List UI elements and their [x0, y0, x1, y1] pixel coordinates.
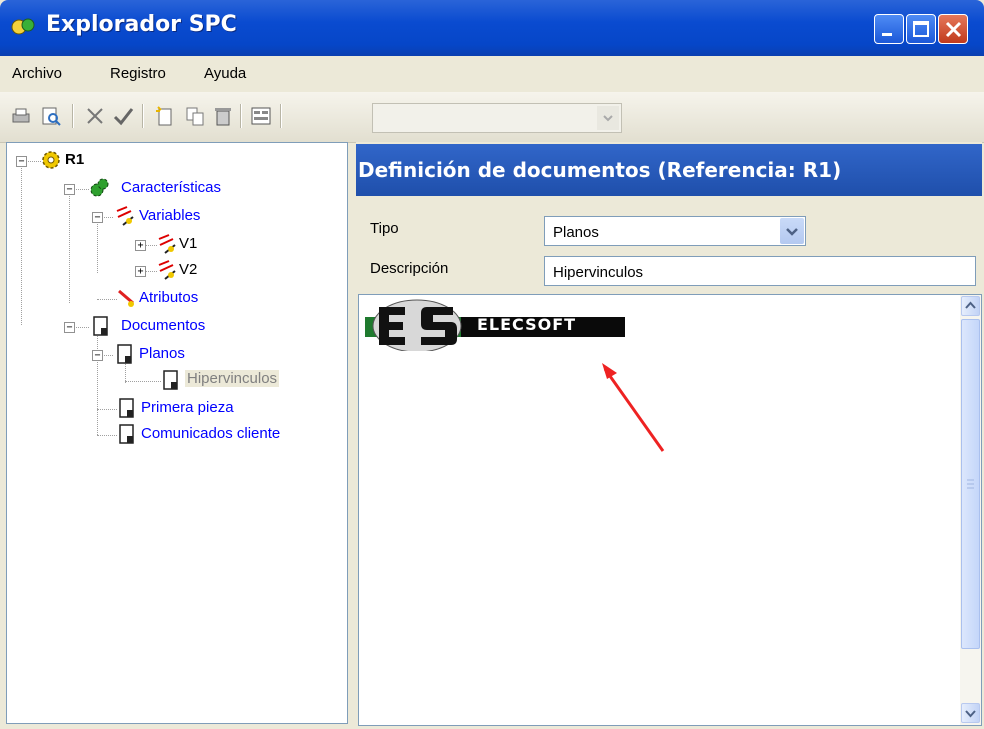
tree-node-comunicados-cliente[interactable]: Comunicados cliente	[141, 425, 280, 442]
document-icon	[119, 398, 134, 418]
title-bar: Explorador SPC	[0, 0, 984, 56]
tree-node-caracteristicas[interactable]: Características	[121, 179, 221, 196]
menu-registro[interactable]: Registro	[110, 65, 166, 82]
tree-expand-toggle[interactable]: +	[135, 240, 146, 251]
scroll-down-button[interactable]	[961, 703, 980, 723]
scrollbar-thumb[interactable]	[961, 319, 980, 649]
document-icon	[117, 344, 132, 364]
tipo-label: Tipo	[370, 220, 399, 237]
variable-icon	[158, 234, 176, 254]
attributes-icon	[118, 289, 134, 307]
print-icon[interactable]	[10, 105, 32, 127]
descripcion-label: Descripción	[370, 260, 449, 277]
green-gears-icon	[90, 178, 109, 197]
detail-pane: Definición de documentos (Referencia: R1…	[356, 142, 982, 726]
detail-header: Definición de documentos (Referencia: R1…	[356, 144, 982, 196]
toolbar-separator	[142, 104, 144, 128]
tree-collapse-toggle[interactable]: −	[92, 350, 103, 361]
detail-header-title: Definición de documentos (Referencia: R1…	[358, 158, 842, 182]
app-icon	[11, 18, 35, 35]
tree-collapse-toggle[interactable]: −	[16, 156, 27, 167]
form-view-icon[interactable]	[250, 105, 272, 127]
logo-text: ELECSOFT	[477, 315, 577, 334]
new-document-icon[interactable]	[154, 105, 176, 127]
menu-archivo[interactable]: Archivo	[12, 65, 62, 82]
tree-node-v1[interactable]: V1	[179, 235, 197, 252]
print-preview-icon[interactable]	[40, 105, 62, 127]
tree-collapse-toggle[interactable]: −	[64, 322, 75, 333]
elecsoft-logo: ELECSOFT	[365, 299, 625, 351]
close-button[interactable]	[938, 14, 968, 44]
document-preview[interactable]: ELECSOFT	[358, 294, 982, 726]
delete-x-icon[interactable]	[84, 105, 106, 127]
menu-ayuda[interactable]: Ayuda	[204, 65, 246, 82]
tree-node-hipervinculos[interactable]: Hipervinculos	[185, 370, 280, 387]
tree-node-atributos[interactable]: Atributos	[139, 289, 198, 306]
document-icon	[93, 316, 108, 336]
menu-bar: Archivo Registro Ayuda	[0, 56, 984, 92]
gear-icon	[42, 151, 60, 169]
toolbar-separator	[72, 104, 74, 128]
tree-collapse-toggle[interactable]: −	[64, 184, 75, 195]
descripcion-field[interactable]: Hipervinculos	[544, 256, 976, 286]
document-icon	[119, 424, 134, 444]
document-icon	[163, 370, 178, 390]
tipo-select[interactable]: Planos	[544, 216, 806, 246]
accept-check-icon[interactable]	[112, 105, 134, 127]
tree-node-planos[interactable]: Planos	[139, 345, 185, 362]
copy-icon[interactable]	[184, 105, 206, 127]
tree-node-documentos[interactable]: Documentos	[121, 317, 205, 334]
tree-node-v2[interactable]: V2	[179, 261, 197, 278]
tree-collapse-toggle[interactable]: −	[92, 212, 103, 223]
variables-icon	[116, 206, 134, 226]
toolbar-separator	[240, 104, 242, 128]
minimize-button[interactable]	[874, 14, 904, 44]
maximize-button[interactable]	[906, 14, 936, 44]
chevron-down-icon[interactable]	[780, 218, 804, 244]
tree-node-primera-pieza[interactable]: Primera pieza	[141, 399, 234, 416]
trash-icon[interactable]	[212, 105, 234, 127]
tree-expand-toggle[interactable]: +	[135, 266, 146, 277]
tree-view[interactable]: − R1 − Características − Variables + V1 …	[6, 142, 348, 724]
toolbar-combo[interactable]	[372, 103, 622, 133]
toolbar-separator	[280, 104, 282, 128]
window-title: Explorador SPC	[46, 12, 237, 37]
variable-icon	[158, 260, 176, 280]
tipo-select-value: Planos	[553, 224, 599, 241]
tree-node-variables[interactable]: Variables	[139, 207, 200, 224]
vertical-scrollbar[interactable]	[960, 295, 981, 725]
tree-node-r1[interactable]: R1	[65, 151, 84, 168]
scroll-up-button[interactable]	[961, 296, 980, 316]
red-arrow-annotation	[602, 363, 665, 452]
chevron-down-icon[interactable]	[597, 106, 619, 130]
